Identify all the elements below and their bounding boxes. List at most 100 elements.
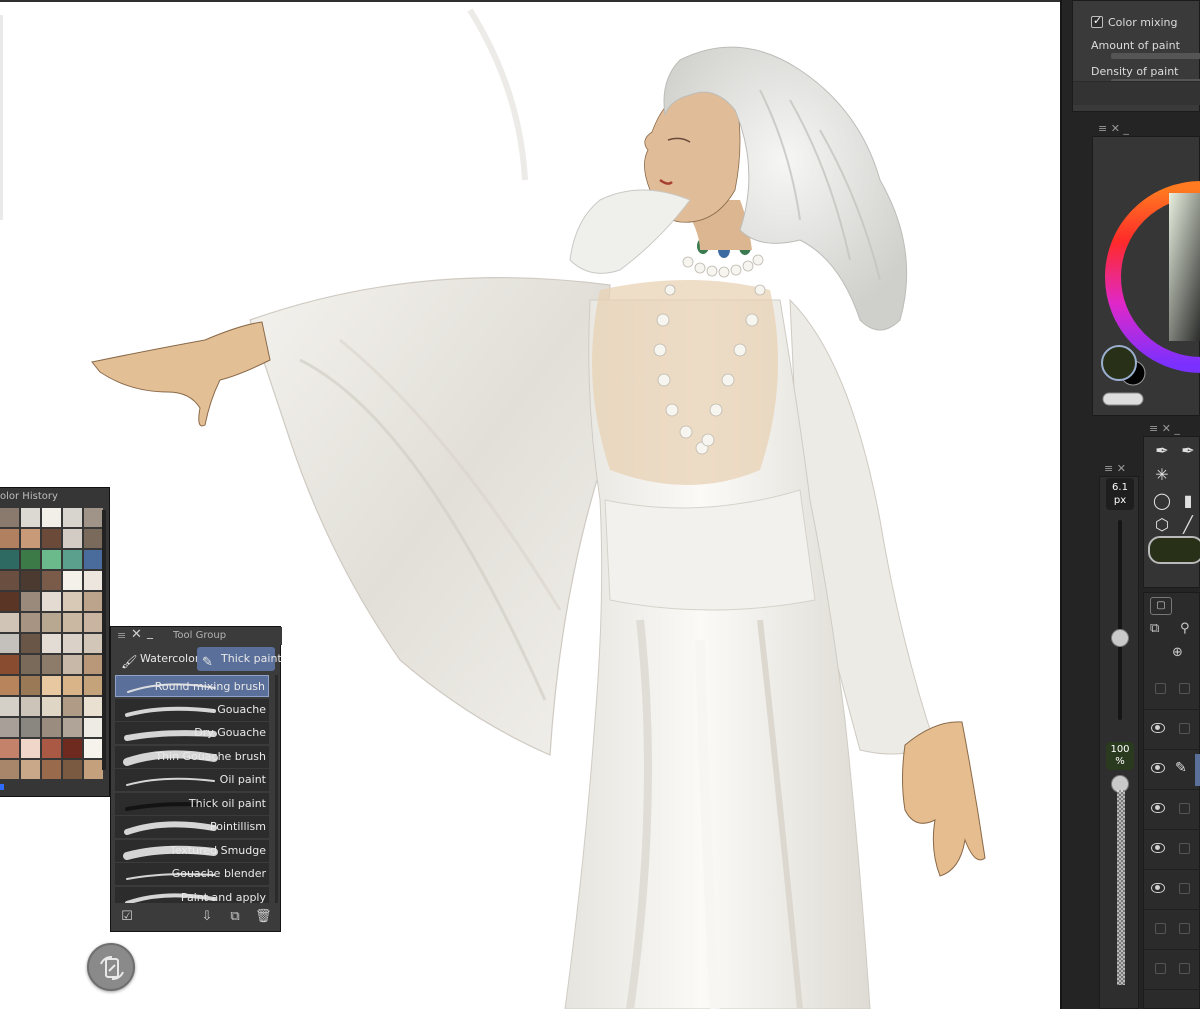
brush-item[interactable]: Paint and apply — [115, 886, 269, 903]
opacity-track[interactable] — [1117, 790, 1125, 985]
layer-row[interactable] — [1143, 870, 1200, 910]
tool-property-icon[interactable]: ☑ — [119, 909, 135, 925]
brush-item[interactable]: Pointillism — [115, 816, 269, 838]
color-swatch[interactable] — [0, 550, 19, 569]
color-swatch[interactable] — [21, 550, 40, 569]
color-swatch[interactable] — [0, 592, 19, 611]
brush-item[interactable]: Round mixing brush — [115, 675, 269, 697]
eye-icon[interactable] — [1151, 763, 1165, 773]
color-swatch[interactable] — [84, 550, 103, 569]
color-swatch[interactable] — [63, 676, 82, 695]
color-swatch[interactable] — [0, 676, 19, 695]
color-mixing-row[interactable]: Color mixing — [1091, 14, 1178, 29]
color-swatch[interactable] — [42, 718, 61, 737]
color-swatch[interactable] — [21, 634, 40, 653]
color-mixing-checkbox[interactable] — [1091, 14, 1103, 28]
color-swatch[interactable] — [84, 634, 103, 653]
color-swatch[interactable] — [42, 529, 61, 548]
color-swatch[interactable] — [0, 655, 19, 674]
layer-lock-box[interactable] — [1179, 963, 1190, 974]
brush-item[interactable]: Thin Gouache brush — [115, 745, 269, 768]
brush-list-scrollbar[interactable] — [275, 675, 278, 903]
color-swatch[interactable] — [84, 613, 103, 632]
trash-icon[interactable]: 🗑 — [255, 909, 272, 925]
brush-item[interactable]: Dry Gouache — [115, 722, 269, 744]
eye-icon[interactable] — [1151, 883, 1165, 893]
color-history-scrollbar[interactable] — [102, 510, 106, 770]
tool-group-header[interactable]: ≡ ✕ _ Tool Group — [111, 625, 282, 645]
layer-row[interactable]: ✎ — [1143, 750, 1200, 790]
color-swatch[interactable] — [21, 592, 40, 611]
tool-panel-grip-icon[interactable]: ≡ ✕ _ — [1149, 422, 1180, 435]
color-swatch[interactable] — [42, 676, 61, 695]
color-swatch[interactable] — [0, 739, 19, 758]
color-swatch[interactable] — [0, 634, 19, 653]
new-layer-icon[interactable]: ⊕ — [1172, 645, 1183, 660]
color-swatch[interactable] — [21, 508, 40, 527]
color-swatch[interactable] — [21, 676, 40, 695]
color-swatch[interactable] — [63, 739, 82, 758]
color-swatch[interactable] — [42, 739, 61, 758]
color-swatch[interactable] — [84, 739, 103, 758]
color-swatch[interactable] — [21, 760, 40, 779]
color-swatch[interactable] — [42, 613, 61, 632]
color-swatch[interactable] — [63, 592, 82, 611]
brush-item[interactable]: Gouache — [115, 698, 269, 721]
color-swatch[interactable] — [21, 529, 40, 548]
layer-lock-box[interactable] — [1179, 723, 1190, 734]
color-swatch[interactable] — [84, 697, 103, 716]
color-swatch[interactable] — [0, 571, 19, 590]
panel-grip-icon[interactable]: ≡ ✕ _ — [1098, 122, 1129, 135]
color-swatch[interactable] — [42, 634, 61, 653]
color-swatch[interactable] — [84, 529, 103, 548]
color-swatch[interactable] — [42, 697, 61, 716]
layer-shape-icon[interactable]: ▢ — [1150, 597, 1172, 615]
minimize-icon[interactable]: _ — [147, 625, 153, 639]
tab-watercolor[interactable]: 🖌 Watercolor — [116, 647, 199, 671]
layer-lock-box[interactable] — [1179, 883, 1190, 894]
color-swatch[interactable] — [63, 529, 82, 548]
layer-light-icon[interactable]: ⚲ — [1180, 621, 1190, 636]
current-color-pill[interactable] — [1148, 536, 1200, 564]
sparkle-icon[interactable]: ✳ — [1150, 463, 1174, 487]
layer-row[interactable] — [1143, 830, 1200, 870]
color-swatch[interactable] — [0, 718, 19, 737]
color-swatch[interactable] — [0, 697, 19, 716]
color-swatch[interactable] — [42, 571, 61, 590]
color-swatch[interactable] — [0, 529, 19, 548]
3d-cube-icon[interactable]: ⬡ — [1150, 513, 1174, 537]
import-icon[interactable]: ⇩ — [199, 909, 215, 925]
pen-icon[interactable]: ✒ — [1150, 439, 1174, 463]
layer-lock-box[interactable] — [1179, 683, 1190, 694]
panel-menu-icon[interactable]: ≡ — [117, 629, 126, 642]
color-swatch[interactable] — [84, 760, 103, 779]
color-swatch[interactable] — [42, 760, 61, 779]
color-swatch[interactable] — [84, 592, 103, 611]
size-panel-grip-icon[interactable]: ≡ ✕ — [1104, 462, 1126, 475]
color-swatch[interactable] — [0, 508, 19, 527]
color-swatch[interactable] — [63, 718, 82, 737]
eye-icon[interactable] — [1151, 723, 1165, 733]
gradient-icon[interactable]: ▮ — [1176, 489, 1200, 513]
color-swatch[interactable] — [21, 613, 40, 632]
tab-thick-paint[interactable]: ✎ Thick paint — [197, 647, 282, 671]
color-swatch[interactable] — [21, 739, 40, 758]
color-swatch[interactable] — [84, 655, 103, 674]
brush-size-track[interactable] — [1118, 520, 1122, 720]
duplicate-icon[interactable]: ⧉ — [227, 909, 243, 925]
color-swatch[interactable] — [84, 676, 103, 695]
color-swatch[interactable] — [21, 697, 40, 716]
layer-row[interactable] — [1143, 950, 1200, 990]
layer-lock-box[interactable] — [1179, 843, 1190, 854]
color-swatch[interactable] — [42, 655, 61, 674]
layer-copy-icon[interactable]: ⧉ — [1150, 621, 1159, 636]
color-swatch[interactable] — [42, 592, 61, 611]
color-swatch[interactable] — [42, 508, 61, 527]
color-swatch[interactable] — [63, 634, 82, 653]
color-swatch[interactable] — [63, 508, 82, 527]
brush-size-knob[interactable] — [1111, 629, 1129, 647]
color-swatch[interactable] — [63, 550, 82, 569]
color-swatch[interactable] — [42, 550, 61, 569]
brush-item[interactable]: Textured Smudge — [115, 839, 269, 862]
layer-lock-box[interactable] — [1179, 923, 1190, 934]
